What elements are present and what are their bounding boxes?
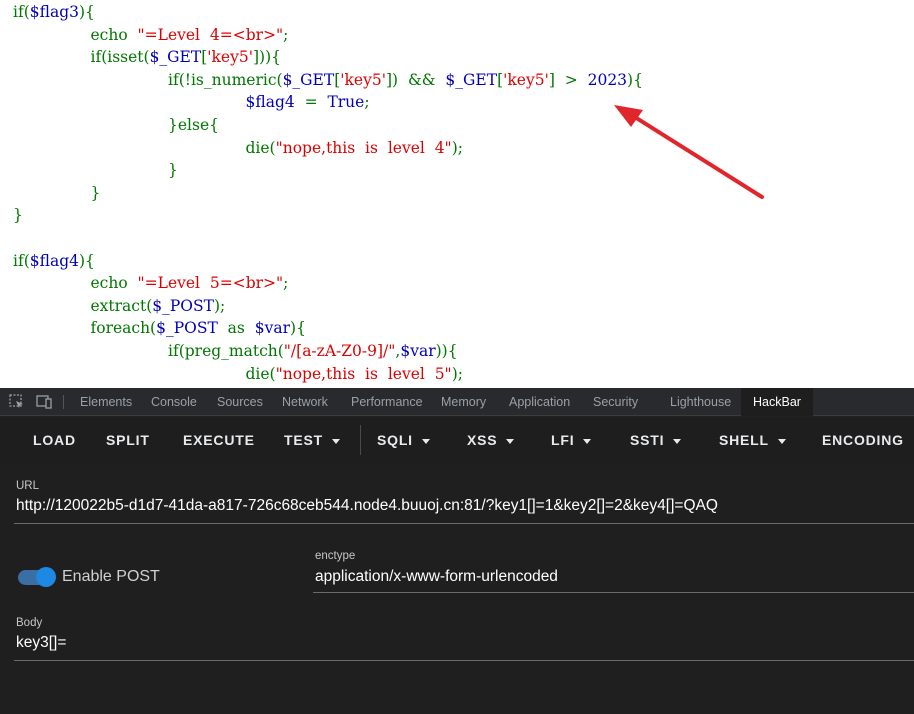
tab-lighthouse[interactable]: Lighthouse (670, 388, 731, 416)
tab-elements[interactable]: Elements (80, 388, 132, 416)
tabbar-separator (63, 395, 64, 409)
arrow-head (614, 105, 643, 127)
enctype-select[interactable]: application/x-www-form-urlencoded (315, 568, 558, 586)
tab-performance[interactable]: Performance (351, 388, 423, 416)
shell-dropdown[interactable]: SHELL (719, 417, 786, 463)
xss-dropdown[interactable]: XSS (467, 417, 515, 463)
url-label: URL (16, 480, 40, 492)
red-annotation-arrow (614, 105, 764, 199)
tab-memory[interactable]: Memory (441, 388, 486, 416)
tab-hackbar[interactable]: HackBar (741, 388, 813, 416)
body-underline (14, 660, 914, 661)
arrow-shaft (628, 112, 764, 199)
ssti-dropdown[interactable]: SSTI (630, 417, 682, 463)
chevron-down-icon (673, 438, 682, 444)
enable-post-toggle-knob[interactable] (36, 567, 56, 587)
device-toolbar-icon[interactable] (35, 393, 53, 411)
encoding-dropdown[interactable]: ENCODING (822, 417, 904, 463)
test-dropdown[interactable]: TEST (284, 417, 340, 463)
tab-sources[interactable]: Sources (217, 388, 263, 416)
enctype-underline (313, 592, 914, 593)
split-button[interactable]: SPLIT (106, 417, 150, 463)
load-button[interactable]: LOAD (33, 417, 76, 463)
chevron-down-icon (421, 438, 430, 444)
hackbar-toolbar: LOAD SPLIT EXECUTE TEST SQLI XSS LFI SST… (0, 417, 914, 463)
lfi-dropdown[interactable]: LFI (551, 417, 592, 463)
chevron-down-icon (777, 438, 786, 444)
url-input[interactable]: http://120022b5-d1d7-41da-a817-726c68ceb… (16, 497, 718, 515)
body-label: Body (16, 617, 43, 629)
hackbar-form: URL http://120022b5-d1d7-41da-a817-726c6… (0, 463, 914, 714)
chevron-down-icon (506, 438, 515, 444)
devtools-tabbar: Elements Console Sources Network Perform… (0, 388, 914, 416)
sqli-dropdown[interactable]: SQLI (377, 417, 430, 463)
toolbar-divider (360, 425, 361, 455)
body-input[interactable]: key3[]= (16, 634, 66, 652)
chevron-down-icon (583, 438, 592, 444)
execute-button[interactable]: EXECUTE (183, 417, 255, 463)
url-underline (14, 523, 914, 524)
enctype-label: enctype (315, 550, 356, 562)
tab-network[interactable]: Network (282, 388, 328, 416)
tab-console[interactable]: Console (151, 388, 197, 416)
devtools-panel: Elements Console Sources Network Perform… (0, 388, 914, 714)
tab-application[interactable]: Application (509, 388, 570, 416)
tab-security[interactable]: Security (593, 388, 638, 416)
inspect-element-icon[interactable] (8, 393, 26, 411)
chevron-down-icon (331, 438, 340, 444)
enable-post-label: Enable POST (62, 568, 160, 585)
